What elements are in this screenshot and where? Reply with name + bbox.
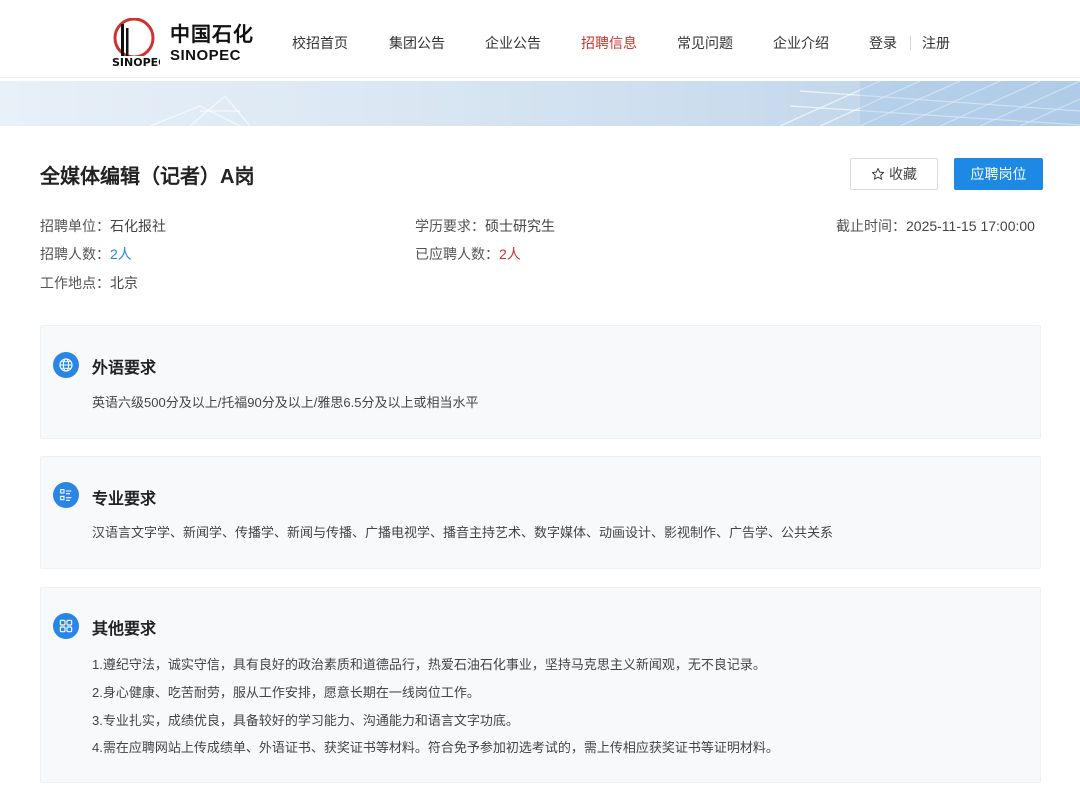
info-location-value: 北京 [110, 275, 138, 291]
grid-icon [53, 613, 79, 639]
other-requirement-line-2: 2.身心健康、吃苦耐劳，服从工作安排，愿意长期在一线岗位工作。 [92, 685, 480, 700]
other-requirement-line-1: 1.遵纪守法，诚实守信，具有良好的政治素质和道德品行，热爱石油石化事业，坚持马克… [92, 657, 766, 672]
language-requirement-card: 外语要求 英语六级500分及以上/托福90分及以上/雅思6.5分及以上或相当水平 [40, 325, 1041, 439]
nav-item-group-notice[interactable]: 集团公告 [389, 33, 445, 53]
info-education-label: 学历要求： [415, 218, 485, 234]
info-unit-value: 石化报社 [110, 218, 166, 234]
info-headcount-value: 2人 [110, 246, 132, 262]
info-applied-value: 2人 [499, 246, 521, 262]
nav-item-company-intro[interactable]: 企业介绍 [773, 33, 829, 53]
major-requirement-text: 汉语言文字学、新闻学、传播学、新闻与传播、广播电视学、播音主持艺术、数字媒体、动… [92, 525, 834, 540]
globe-icon [53, 352, 79, 378]
nav-divider [910, 36, 911, 50]
info-unit: 招聘单位：石化报社 [40, 216, 166, 236]
info-applied-label: 已应聘人数： [415, 246, 499, 262]
major-requirement-card: 专业要求 汉语言文字学、新闻学、传播学、新闻与传播、广播电视学、播音主持艺术、数… [40, 456, 1041, 569]
star-icon [871, 167, 885, 180]
nav-item-recruitment-info[interactable]: 招聘信息 [581, 33, 637, 53]
site-header: SINOPEC 中国石化 SINOPEC 校招首页 集团公告 企业公告 招聘信息… [0, 0, 1080, 78]
favorite-label: 收藏 [889, 166, 917, 182]
apply-button[interactable]: 应聘岗位 [954, 158, 1043, 190]
login-link[interactable]: 登录 [869, 33, 897, 53]
info-deadline-label: 截止时间： [836, 218, 906, 234]
building-banner-image [149, 81, 1080, 126]
other-requirement-title: 其他要求 [92, 621, 157, 638]
info-headcount-label: 招聘人数： [40, 246, 110, 262]
nav-item-faq[interactable]: 常见问题 [677, 33, 733, 53]
language-requirement-text: 英语六级500分及以上/托福90分及以上/雅思6.5分及以上或相当水平 [92, 395, 479, 410]
info-unit-label: 招聘单位： [40, 218, 110, 234]
nav-item-campus-home[interactable]: 校招首页 [292, 33, 348, 53]
nav-item-company-notice[interactable]: 企业公告 [485, 33, 541, 53]
header-banner [0, 81, 1080, 126]
info-education: 学历要求：硕士研究生 [415, 216, 555, 236]
other-requirement-line-3: 3.专业扎实，成绩优良，具备较好的学习能力、沟通能力和语言文字功底。 [92, 713, 519, 728]
other-requirement-card: 其他要求 1.遵纪守法，诚实守信，具有良好的政治素质和道德品行，热爱石油石化事业… [40, 587, 1041, 783]
info-deadline: 截止时间：2025-11-15 17:00:00 [836, 216, 1035, 236]
other-requirement-line-4: 4.需在应聘网站上传成绩单、外语证书、获奖证书等材料。符合免予参加初选考试的，需… [92, 740, 779, 755]
info-location-label: 工作地点： [40, 275, 110, 291]
info-education-value: 硕士研究生 [485, 218, 555, 234]
info-headcount: 招聘人数：2人 [40, 244, 132, 264]
info-location: 工作地点：北京 [40, 273, 138, 293]
job-title: 全媒体编辑（记者）A岗 [40, 166, 255, 188]
register-link[interactable]: 注册 [922, 33, 950, 53]
favorite-button[interactable]: 收藏 [850, 158, 938, 190]
info-applied: 已应聘人数：2人 [415, 244, 521, 264]
major-requirement-title: 专业要求 [92, 491, 157, 508]
info-deadline-value: 2025-11-15 17:00:00 [906, 218, 1035, 234]
list-icon [53, 482, 79, 508]
language-requirement-title: 外语要求 [92, 360, 157, 377]
main-nav: 校招首页 集团公告 企业公告 招聘信息 常见问题 企业介绍 登录 注册 [0, 0, 1080, 78]
